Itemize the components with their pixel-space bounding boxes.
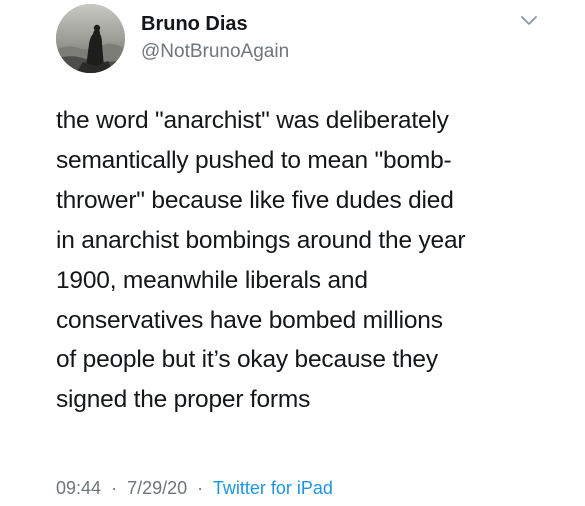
tweet-source-link[interactable]: Twitter for iPad: [213, 478, 333, 498]
tweet-date[interactable]: 7/29/20: [127, 478, 187, 498]
meta-separator: ·: [197, 478, 204, 498]
tweet-text-line: thrower" because like five dudes died: [56, 186, 454, 214]
tweet-text-line: conservatives have bombed millions: [56, 306, 443, 334]
tweet-text-line: 1900, meanwhile liberals and: [56, 266, 368, 294]
author-handle[interactable]: @NotBrunoAgain: [141, 41, 289, 63]
meta-separator: ·: [111, 478, 118, 498]
tweet-text: the word "anarchist" was deliberately se…: [56, 101, 576, 420]
tweet-text-line: semantically pushed to mean "bomb-: [56, 146, 452, 174]
tweet-meta: 09:44 · 7/29/20 · Twitter for iPad: [56, 478, 333, 499]
tweet-time[interactable]: 09:44: [56, 478, 101, 498]
tweet-text-line: in anarchist bombings around the year: [56, 226, 466, 254]
avatar[interactable]: [56, 4, 125, 73]
tweet-text-line: signed the proper forms: [56, 386, 311, 414]
avatar-image: [56, 4, 125, 73]
chevron-down-icon[interactable]: [518, 12, 540, 28]
author-display-name[interactable]: Bruno Dias: [141, 13, 248, 36]
tweet-text-line: of people but it’s okay because they: [56, 346, 438, 374]
tweet-text-line: the word "anarchist" was deliberately: [56, 107, 449, 134]
tweet-card: Bruno Dias @NotBrunoAgain the word "anar…: [0, 0, 585, 506]
